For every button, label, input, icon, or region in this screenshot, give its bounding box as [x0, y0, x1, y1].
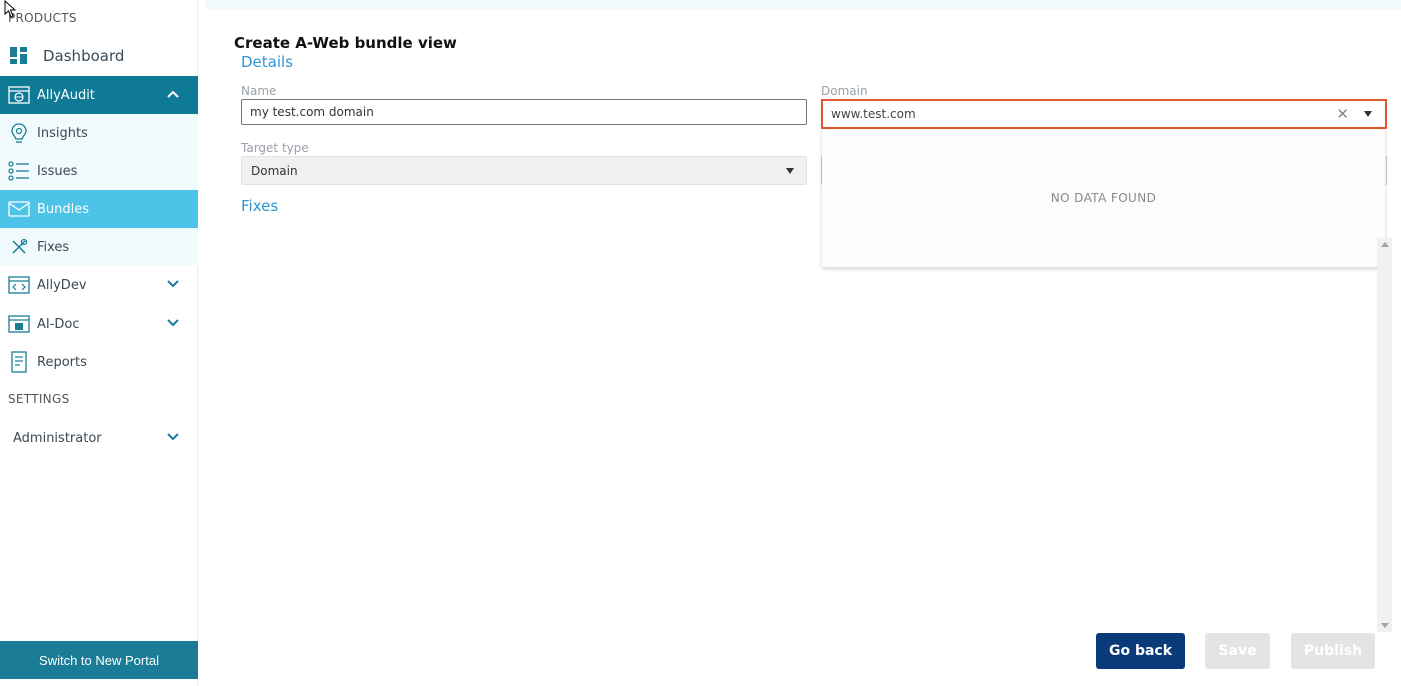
caret-down-icon — [786, 168, 794, 174]
target-type-label: Target type — [241, 141, 309, 155]
name-label: Name — [241, 84, 277, 98]
sidebar-item-label: Issues — [37, 163, 78, 179]
sidebar-item-dashboard[interactable]: Dashboard — [0, 37, 198, 75]
switch-to-new-portal-button[interactable]: Switch to New Portal — [0, 641, 198, 679]
sidebar-item-label: Dashboard — [43, 47, 125, 65]
chevron-down-icon[interactable] — [166, 316, 180, 330]
sidebar-item-fixes[interactable]: Fixes — [0, 228, 198, 266]
browser-code-icon — [8, 274, 30, 296]
sidebar-item-label: Bundles — [37, 201, 90, 217]
sidebar-item-issues[interactable]: Issues — [0, 152, 198, 190]
envelope-icon — [8, 198, 30, 220]
browser-globe-icon — [8, 84, 30, 106]
sidebar-item-label: AllyAudit — [37, 87, 95, 103]
domain-label: Domain — [821, 84, 868, 98]
chevron-down-icon[interactable] — [166, 277, 180, 291]
clear-icon[interactable]: ✕ — [1336, 106, 1349, 122]
target-type-value: Domain — [251, 163, 298, 178]
sidebar-item-label: Administrator — [13, 430, 102, 446]
sidebar-item-allyaudit[interactable]: AllyAudit — [0, 76, 198, 114]
tools-icon — [8, 236, 30, 258]
domain-combobox[interactable]: www.test.com ✕ — [821, 99, 1387, 129]
domain-dropdown-panel: NO DATA FOUND — [822, 129, 1385, 267]
sidebar-item-insights[interactable]: Insights — [0, 114, 198, 152]
sidebar-item-label: AllyDev — [37, 277, 87, 293]
publish-button[interactable]: Publish — [1291, 633, 1375, 669]
sidebar-item-reports[interactable]: Reports — [0, 343, 198, 381]
chevron-up-icon[interactable] — [166, 87, 180, 101]
mouse-cursor-icon — [4, 0, 17, 18]
sidebar-item-label: Insights — [37, 125, 88, 141]
no-data-message: NO DATA FOUND — [1050, 191, 1157, 205]
sidebar-item-label: AI-Doc — [37, 316, 80, 332]
sidebar-item-label: Fixes — [37, 239, 70, 255]
name-input[interactable] — [241, 99, 807, 125]
fixes-section-link[interactable]: Fixes — [241, 197, 278, 215]
sidebar: PRODUCTS Dashboard AllyAudit Insights Is… — [0, 0, 198, 686]
sidebar-item-bundles[interactable]: Bundles — [0, 190, 198, 228]
settings-section-label: SETTINGS — [8, 392, 70, 406]
target-type-select[interactable]: Domain — [241, 156, 807, 185]
sidebar-item-ai-doc[interactable]: AI-Doc — [0, 305, 198, 343]
scroll-up-icon[interactable] — [1381, 242, 1389, 247]
details-section-link[interactable]: Details — [241, 53, 293, 71]
sidebar-item-label: Reports — [37, 354, 87, 370]
products-section-label: PRODUCTS — [8, 11, 77, 25]
scroll-down-icon[interactable] — [1381, 623, 1389, 628]
save-button[interactable]: Save — [1205, 633, 1270, 669]
report-document-icon — [8, 351, 30, 373]
chevron-down-icon[interactable] — [166, 430, 180, 444]
go-back-button[interactable]: Go back — [1096, 633, 1185, 669]
caret-down-icon[interactable] — [1364, 111, 1372, 117]
dashboard-icon — [8, 45, 30, 67]
sidebar-item-administrator[interactable]: Administrator — [0, 419, 198, 457]
vertical-scrollbar[interactable] — [1377, 238, 1392, 632]
top-bar — [205, 0, 1401, 9]
browser-document-icon — [8, 313, 30, 335]
domain-value: www.test.com — [831, 107, 916, 121]
list-icon — [8, 160, 30, 182]
sidebar-item-allydev[interactable]: AllyDev — [0, 266, 198, 304]
page-title: Create A-Web bundle view — [234, 34, 457, 52]
lightbulb-icon — [8, 122, 30, 144]
